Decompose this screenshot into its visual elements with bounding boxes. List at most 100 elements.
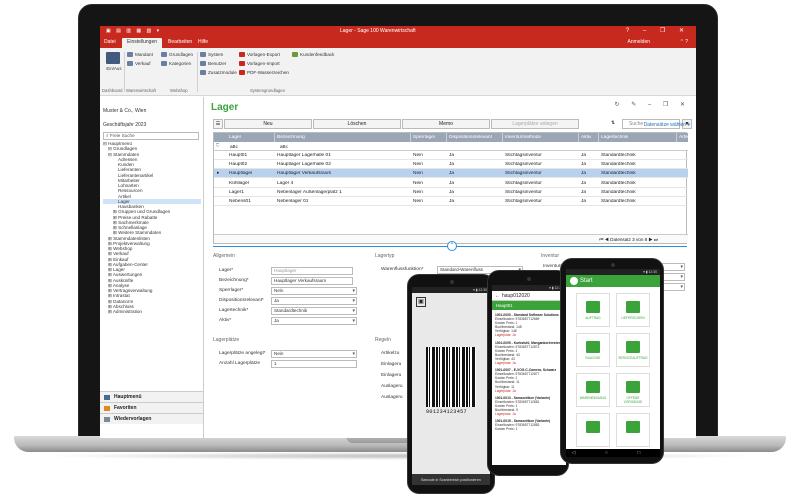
filter-sort-icon[interactable]: ⇅ (607, 119, 619, 129)
login-link[interactable]: Anmelden (627, 39, 650, 45)
list-item[interactable]: 1001-0007 - E-VOG-C-Camera, Schwarz Einze… (495, 368, 563, 393)
dashboard-icon[interactable] (106, 52, 120, 64)
ribbon-mandant[interactable]: Mandant (127, 52, 153, 57)
table-cell: Stichtagsinventur (505, 189, 542, 195)
table-cell: Ja (449, 153, 455, 158)
nav-favoriten[interactable]: Favoriten (100, 402, 203, 413)
allgemein-field[interactable]: Hauptlager Verkaufsraum (271, 277, 353, 285)
allgemein-label: Aktiv* (219, 318, 232, 323)
start-tile[interactable]: OFFENE VORGÄNGE (616, 373, 650, 407)
column-header[interactable]: Dispositionsrelevant (449, 135, 492, 140)
pdf-icon (239, 70, 245, 75)
ribbon-vorlagen-import[interactable]: Vorlagen-Import (239, 61, 280, 66)
column-header[interactable]: Sperrlager (413, 135, 435, 140)
table-row[interactable]: Lager1 Nebenlager Außenlagerplatz 1 Nein Ja… (214, 188, 688, 197)
tree-item[interactable]: ⊞ Administration (103, 309, 201, 314)
ribbon-vorlagen-export[interactable]: Vorlagen-Export (239, 52, 280, 57)
pager-label[interactable]: ⏮ ◀ Datensatz 3 von 8 ▶ ⏭ (599, 237, 658, 242)
nav-wiedervorlagen[interactable]: Wiedervorlagen (100, 413, 203, 424)
anzahl-lagerplaetze-input[interactable]: 1 (271, 360, 357, 368)
dashboard-toggle-label[interactable]: Ein/Aus (104, 66, 124, 72)
start-tile[interactable]: AUFTRAG (576, 293, 610, 327)
table-row[interactable]: Haupt01 Hauptlager Lagerhalle 01 Nein Ja Sti… (214, 151, 688, 160)
list-menu-icon[interactable]: ☰ (213, 119, 223, 129)
start-tile[interactable]: SERVICEAUFTRAG (616, 333, 650, 367)
ribbon-zusatzmodule[interactable]: Zusatzmodule (200, 70, 237, 75)
delete-button[interactable]: Löschen (313, 119, 401, 129)
column-header[interactable]: Aktiv (581, 135, 591, 140)
tab-hilfe[interactable]: Hilfe (198, 39, 208, 45)
ribbon-benutzer[interactable]: Benutzer (200, 61, 226, 66)
product-render: ▣ ▤ ▥ ▦ ▧ ▾ Lager - Sage 100 Warenwirtsc… (0, 0, 800, 500)
ribbon-kategorien[interactable]: Kategorien (161, 61, 191, 66)
column-separator (578, 133, 579, 142)
column-header[interactable]: Lager (229, 135, 241, 140)
section-regeln: Regeln (375, 337, 391, 343)
allgemein-field[interactable]: Hauptlager (271, 267, 353, 275)
ribbon-pdf-wasserzeichen[interactable]: PDF-Wasserzeichen (239, 70, 289, 75)
table-cell: Ja (581, 153, 587, 158)
column-header[interactable]: Bezeichnung (277, 135, 305, 140)
ribbon-verkauf[interactable]: Verkauf (127, 61, 151, 66)
table-row[interactable]: Kühllager Lager 4 Nein Ja Stichtagsinventur J… (214, 179, 688, 188)
lagerplaetze-angelegt-select[interactable]: Nein (271, 350, 357, 358)
barcode-number: 901234123457 (426, 409, 467, 415)
table-cell: Standardtechnik (601, 162, 636, 168)
column-header[interactable]: Lagertechnik (601, 135, 628, 140)
list-tab[interactable]: Haupt01 (492, 301, 566, 310)
table-row[interactable]: Haupt02 Hauptlager Lagerhalle 02 Nein Ja Sti… (214, 160, 688, 170)
anzahl-lagerplaetze-label: Anzahl Lagerplätze (219, 361, 261, 366)
list-item[interactable]: 1001-0013 - Samsonitkoe (Variante) Einzel… (495, 396, 563, 416)
back-arrow-icon[interactable]: ← (495, 291, 500, 301)
column-separator (446, 133, 447, 142)
table-row[interactable]: Nebens01 Nebenlager 01 Nein Ja Stichtagsinve… (214, 197, 688, 206)
allgemein-label: Dispositionsrelevant* (219, 298, 264, 303)
quick-access-icons[interactable]: ▣ ▤ ▥ ▦ ▧ ▾ (106, 28, 161, 34)
list-item-line: Kosten Preis: 1 (495, 427, 518, 432)
start-tile[interactable] (576, 413, 610, 447)
start-tile[interactable]: RAUCHAT (576, 333, 610, 367)
allgemein-field[interactable]: Ja (271, 297, 357, 305)
nav-hauptmenue[interactable]: Hauptmenü (100, 391, 203, 402)
table-cell: Ja (449, 189, 455, 195)
column-header[interactable]: Artikel (679, 135, 692, 140)
table-row[interactable]: ▸ Hauptlager Hauptlager Verkaufsraum Nein Ja… (214, 169, 688, 179)
table-cell: Ja (449, 199, 455, 204)
mandant-icon (127, 52, 133, 57)
tab-bearbeiten[interactable]: Bearbeiten (168, 39, 192, 45)
sidebar-search-input[interactable]: ⌕ Freie Suche (103, 132, 199, 140)
filter-cell-lager[interactable]: aBc (230, 144, 238, 149)
window-controls[interactable]: ? – ❐ ✕ (626, 27, 690, 34)
ribbon-kundenfeedback[interactable]: Kundenfeedback (292, 52, 334, 57)
list-item[interactable]: 1001-0015 - Samsonitkoe (Variante) Einzel… (495, 419, 563, 431)
memo-button[interactable]: Memo (402, 119, 490, 129)
list-item[interactable]: 1001-0000 - Standard Software Solutions E… (495, 313, 563, 338)
start-tile[interactable]: LIEFERSCHEIN (616, 293, 650, 327)
tile-icon (626, 301, 640, 313)
start-tile[interactable] (616, 413, 650, 447)
filter-icon[interactable]: ⛉ (216, 143, 219, 148)
list-item[interactable]: 1001-0005 - Korbstuhl, Mangankorbrestemi… (495, 341, 563, 366)
panel-controls[interactable]: ↻ ✎ – ❐ ✕ (615, 101, 690, 108)
collapse-chevron-icon[interactable]: ⌃ (447, 241, 457, 251)
ribbon-system[interactable]: System (200, 52, 223, 57)
tab-einstellungen[interactable]: Einstellungen (122, 38, 163, 48)
new-button[interactable]: Neu (224, 119, 312, 129)
filter-cell-bezeichnung[interactable]: aBc (280, 144, 288, 149)
ribbon-help-icon[interactable]: ⌃ ? (680, 39, 688, 45)
create-storage-places-button[interactable]: Lagerplätze anlegen (491, 119, 579, 129)
dataset-select-dropdown[interactable]: Datensätze wählen ▾ (644, 122, 690, 128)
android-nav-bar[interactable]: ◁ ○ □ (566, 449, 660, 457)
table-cell: Haupt02 (229, 162, 248, 168)
system-icon (200, 52, 206, 57)
allgemein-field[interactable]: Ja (271, 317, 357, 325)
column-separator (410, 133, 411, 142)
tile-icon (586, 381, 600, 393)
ribbon-grundlagen[interactable]: Grundlagen (161, 52, 193, 57)
allgemein-field[interactable]: Standardtechnik (271, 307, 357, 315)
storage-grid: Lager Bezeichnung Sperrlager Dispositionsre… (213, 132, 692, 244)
start-tile[interactable]: WARENEINGANG (576, 373, 610, 407)
column-header[interactable]: Inventurmethode (505, 135, 541, 140)
allgemein-field[interactable]: Nein (271, 287, 357, 295)
tab-datei[interactable]: Datei (104, 39, 116, 45)
